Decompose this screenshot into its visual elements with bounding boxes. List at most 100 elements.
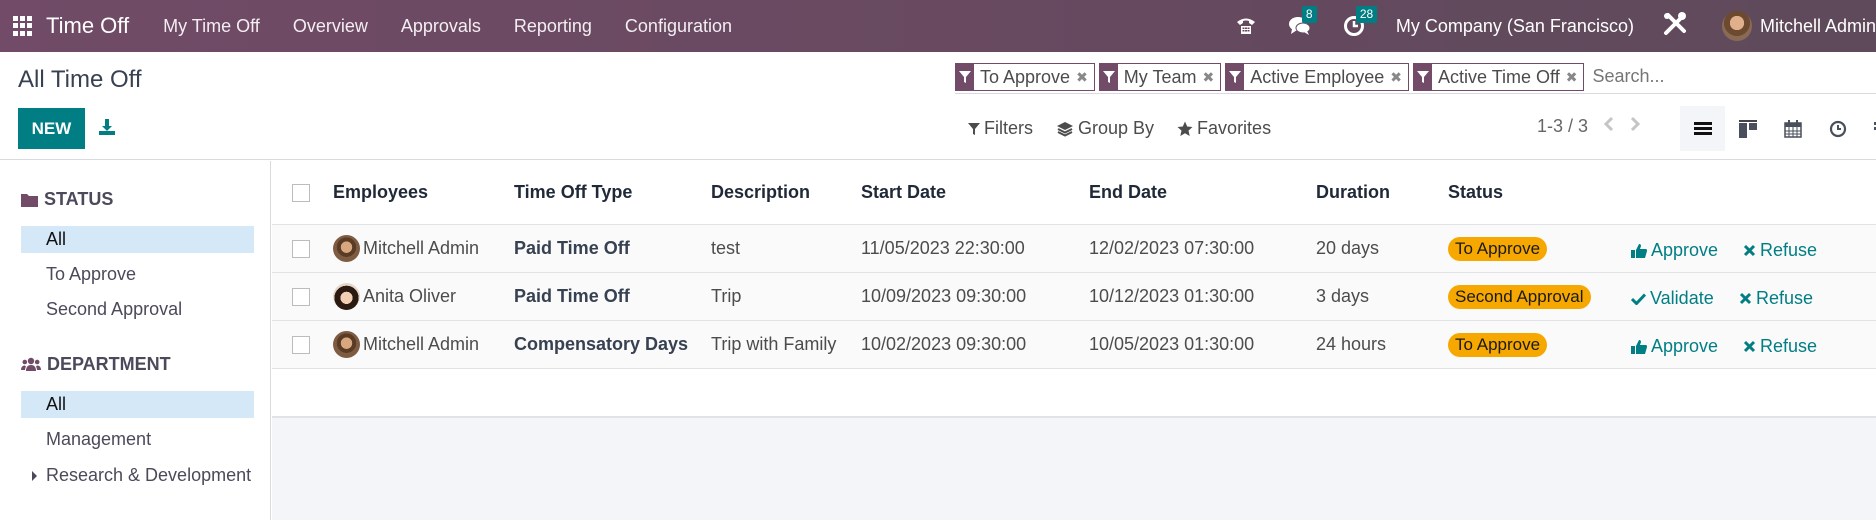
table-row[interactable]: Mitchell Admin Paid Time Off test 11/05/… <box>272 225 1876 273</box>
department-section-header: DEPARTMENT <box>21 354 171 375</box>
duration: 20 days <box>1316 238 1380 258</box>
status-section-title: STATUS <box>44 189 114 209</box>
column-header-time-off-type[interactable]: Time Off Type <box>514 161 632 224</box>
nav-reporting[interactable]: Reporting <box>514 16 592 37</box>
remove-facet-icon[interactable]: ✖ <box>1390 64 1408 90</box>
validate-label: Validate <box>1650 288 1714 308</box>
department-filter-all[interactable]: All <box>21 391 254 418</box>
approve-label: Approve <box>1651 240 1719 260</box>
status-filter-second-approval[interactable]: Second Approval <box>21 296 254 323</box>
validate-button[interactable]: Validate <box>1631 288 1714 309</box>
caret-right-icon[interactable] <box>32 471 37 481</box>
nav-configuration[interactable]: Configuration <box>625 16 732 37</box>
row-checkbox[interactable] <box>292 239 310 258</box>
start-date: 10/02/2023 09:30:00 <box>861 334 1027 354</box>
department-filter-research-development[interactable]: Research & Development <box>21 462 254 489</box>
employee-avatar <box>333 235 360 262</box>
pager-value[interactable]: 1-3 / 3 <box>1537 116 1588 137</box>
remove-facet-icon[interactable]: ✖ <box>1202 64 1220 90</box>
end-date: 10/12/2023 01:30:00 <box>1089 286 1255 306</box>
filters-label: Filters <box>984 118 1033 138</box>
status-section-header: STATUS <box>21 189 113 210</box>
facet-my-team: My Team ✖ <box>1098 62 1222 91</box>
kanban-view-icon[interactable] <box>1725 106 1770 151</box>
description: Trip <box>711 286 742 306</box>
refuse-button[interactable]: Refuse <box>1743 240 1817 261</box>
pager-next-icon[interactable] <box>1630 116 1641 137</box>
column-header-employees[interactable]: Employees <box>333 161 428 224</box>
table-row[interactable]: Anita Oliver Paid Time Off Trip 10/09/20… <box>272 273 1876 321</box>
table-row[interactable]: Mitchell Admin Compensatory Days Trip wi… <box>272 321 1876 369</box>
gantt-view-icon[interactable] <box>1860 106 1876 151</box>
apps-menu-icon[interactable] <box>13 16 33 36</box>
filter-icon <box>1414 63 1433 90</box>
list-view-icon[interactable] <box>1680 106 1725 151</box>
filter-icon <box>1099 63 1118 90</box>
layers-icon <box>1057 121 1073 137</box>
time-off-type: Paid Time Off <box>514 286 630 306</box>
row-checkbox[interactable] <box>292 335 310 354</box>
column-header-duration[interactable]: Duration <box>1316 161 1390 224</box>
column-header-start-date[interactable]: Start Date <box>861 161 946 224</box>
app-brand[interactable]: Time Off <box>46 13 129 39</box>
navbar-systray: 8 28 My Company (San Francisco) Mitchell… <box>1234 0 1876 52</box>
row-checkbox[interactable] <box>292 287 310 306</box>
page-title: All Time Off <box>18 66 142 93</box>
duration: 24 hours <box>1316 334 1387 354</box>
column-header-description[interactable]: Description <box>711 161 810 224</box>
check-icon <box>1631 292 1646 305</box>
refuse-label: Refuse <box>1760 240 1818 260</box>
employee-avatar <box>333 331 360 358</box>
user-avatar[interactable] <box>1721 11 1752 41</box>
group-by-dropdown[interactable]: Group By <box>1056 118 1154 139</box>
top-navbar: Time Off My Time Off Overview Approvals … <box>0 0 1876 52</box>
approve-button[interactable]: Approve <box>1631 336 1718 357</box>
status-badge: To Approve <box>1448 236 1548 261</box>
calendar-view-icon[interactable] <box>1770 106 1815 151</box>
column-header-end-date[interactable]: End Date <box>1089 161 1167 224</box>
employee-name: Mitchell Admin <box>363 334 480 354</box>
close-icon <box>1743 340 1756 353</box>
approve-button[interactable]: Approve <box>1631 240 1718 261</box>
refuse-label: Refuse <box>1760 336 1818 356</box>
remove-facet-icon[interactable]: ✖ <box>1076 64 1094 90</box>
nav-my-time-off[interactable]: My Time Off <box>163 16 260 37</box>
user-menu[interactable]: Mitchell Admin <box>1760 16 1876 37</box>
thumbs-up-icon <box>1631 339 1647 354</box>
facet-label: My Team <box>1123 66 1197 87</box>
approve-label: Approve <box>1651 336 1719 356</box>
remove-facet-icon[interactable]: ✖ <box>1566 64 1584 90</box>
department-label: Research & Development <box>46 465 252 485</box>
employee-name: Anita Oliver <box>363 286 457 306</box>
select-all-checkbox[interactable] <box>292 183 310 202</box>
new-button[interactable]: NEW <box>18 108 85 149</box>
activities-clock-icon[interactable]: 28 <box>1342 6 1378 38</box>
column-header-status[interactable]: Status <box>1448 161 1503 224</box>
phone-icon[interactable] <box>1234 14 1258 38</box>
employee-avatar <box>333 283 360 310</box>
group-by-label: Group By <box>1078 118 1155 138</box>
refuse-button[interactable]: Refuse <box>1739 288 1813 309</box>
filters-dropdown[interactable]: Filters <box>968 118 1033 139</box>
download-icon[interactable] <box>98 118 116 141</box>
refuse-button[interactable]: Refuse <box>1743 336 1817 357</box>
favorites-dropdown[interactable]: Favorites <box>1177 118 1271 139</box>
status-filter-all[interactable]: All <box>21 226 254 253</box>
search-input[interactable] <box>1592 66 1793 87</box>
department-filter-management[interactable]: Management <box>21 426 254 453</box>
time-off-type: Paid Time Off <box>514 238 630 258</box>
messages-count-badge: 8 <box>1301 6 1317 23</box>
table-header-row: Employees Time Off Type Description Star… <box>272 161 1876 225</box>
nav-overview[interactable]: Overview <box>293 16 368 37</box>
status-filter-to-approve[interactable]: To Approve <box>21 261 254 288</box>
folder-icon <box>21 193 38 207</box>
facet-label: Active Time Off <box>1438 66 1560 87</box>
messages-icon[interactable]: 8 <box>1288 6 1317 38</box>
refuse-label: Refuse <box>1756 288 1814 308</box>
company-switcher[interactable]: My Company (San Francisco) <box>1396 16 1634 37</box>
debug-tools-icon[interactable] <box>1662 11 1688 42</box>
pager-previous-icon[interactable] <box>1603 116 1614 137</box>
nav-approvals[interactable]: Approvals <box>401 16 481 37</box>
activity-view-icon[interactable] <box>1815 106 1860 151</box>
description: test <box>711 238 741 258</box>
